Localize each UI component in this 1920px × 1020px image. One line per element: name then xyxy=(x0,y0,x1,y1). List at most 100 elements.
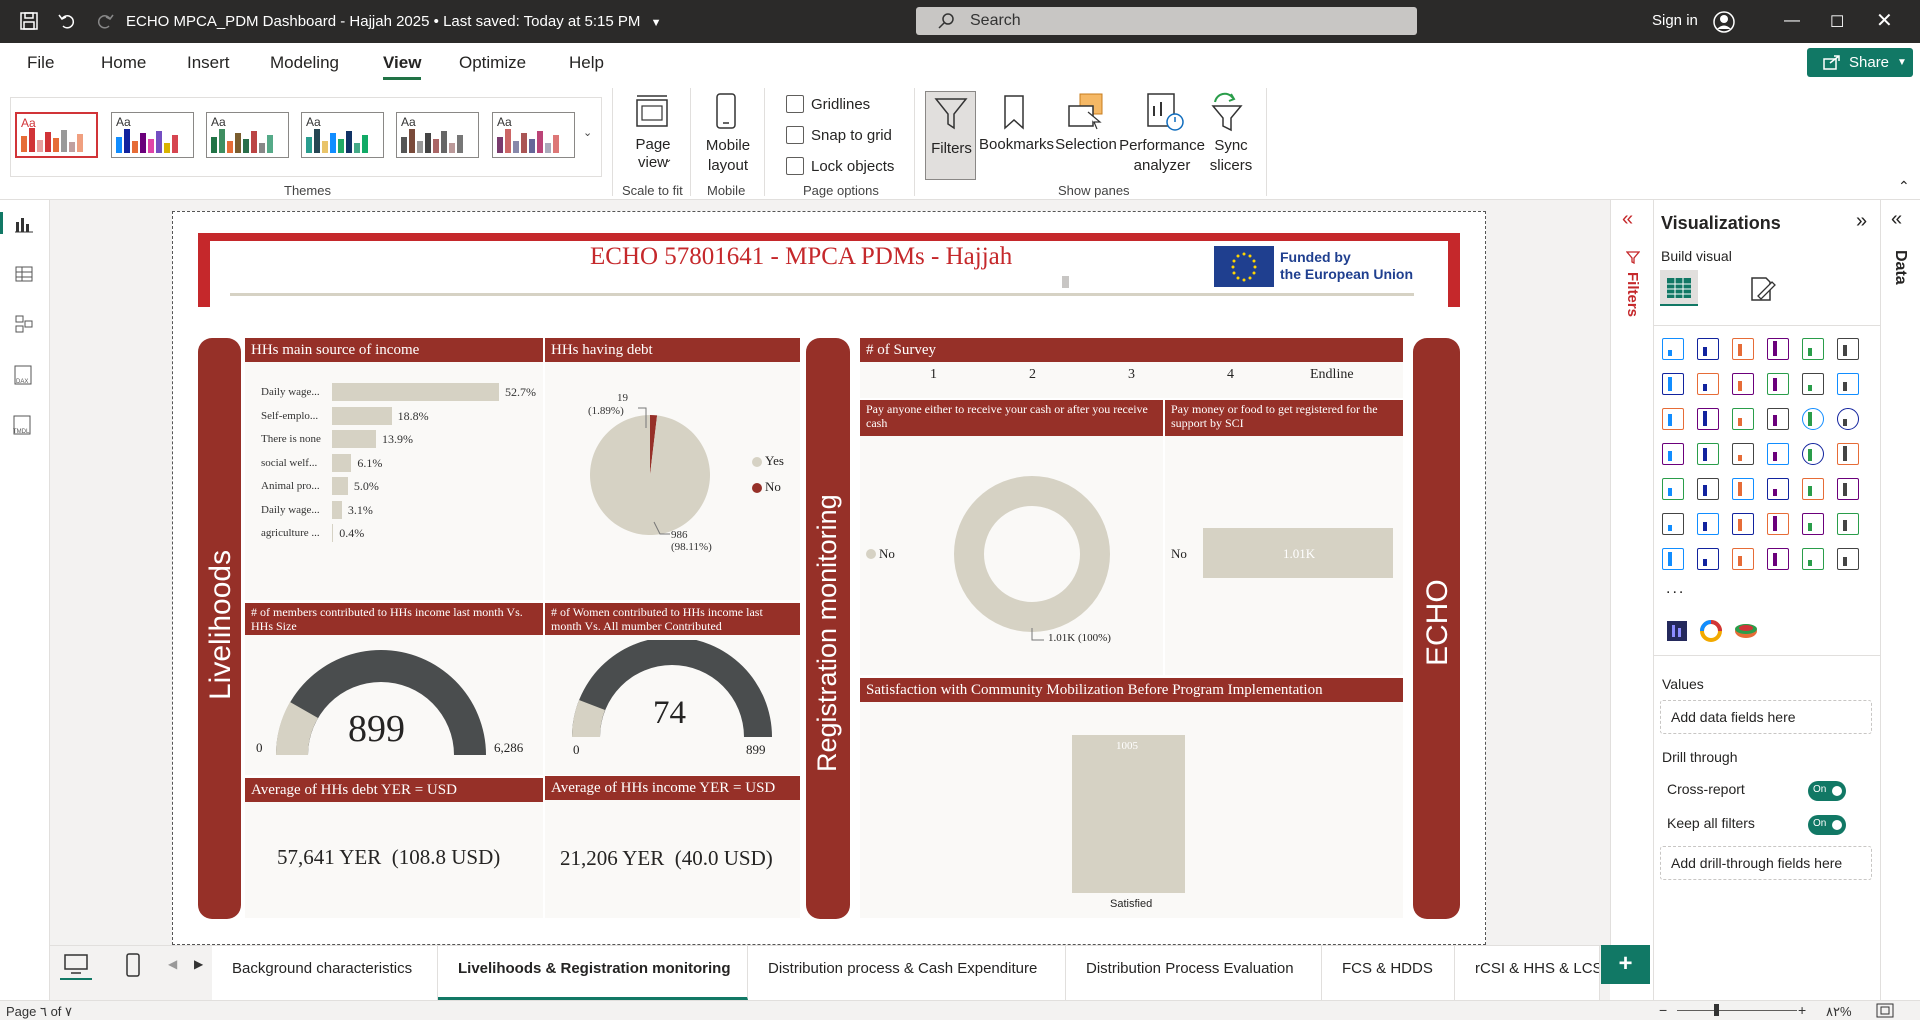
paginated-visual-icon[interactable] xyxy=(1662,548,1684,570)
mobile-view-icon[interactable] xyxy=(124,952,142,978)
data-pane-label[interactable]: Data xyxy=(1891,250,1909,285)
menu-home[interactable]: Home xyxy=(101,53,146,73)
line-visual-icon[interactable] xyxy=(1662,373,1684,395)
custom-visual-icon-1[interactable] xyxy=(1666,620,1688,642)
expand-data-icon[interactable]: « xyxy=(1891,208,1902,231)
100-stacked-bar-visual-icon[interactable] xyxy=(1802,338,1824,360)
smart-narrative-visual-icon[interactable] xyxy=(1802,548,1824,570)
zoom-in-icon[interactable]: + xyxy=(1798,1002,1806,1018)
save-icon[interactable] xyxy=(18,11,40,31)
donut-visual-icon[interactable] xyxy=(1837,408,1859,430)
100-stacked-column-visual-icon[interactable] xyxy=(1837,338,1859,360)
income-bar[interactable] xyxy=(332,383,499,401)
pay-anyone-donut[interactable] xyxy=(952,474,1112,634)
menu-view[interactable]: View xyxy=(383,53,422,80)
stacked-area-visual-icon[interactable] xyxy=(1732,373,1754,395)
clustered-column-visual-icon[interactable] xyxy=(1767,338,1789,360)
line-stacked-column-visual-icon[interactable] xyxy=(1837,373,1859,395)
key-influencers-visual-icon[interactable] xyxy=(1697,513,1719,535)
build-visual-tab[interactable] xyxy=(1660,270,1698,306)
gauge-visual-icon[interactable] xyxy=(1802,443,1824,465)
qa-visual-icon[interactable] xyxy=(1767,513,1789,535)
desktop-view-icon[interactable] xyxy=(63,953,89,975)
tmdl-view-icon[interactable]: TMDL xyxy=(10,414,36,438)
100-stacked-area-visual-icon[interactable] xyxy=(1767,373,1789,395)
drill-through-drop-zone[interactable]: Add drill-through fields here xyxy=(1660,846,1872,880)
zoom-slider-thumb[interactable] xyxy=(1714,1004,1719,1016)
search-input[interactable]: Search xyxy=(916,7,1417,35)
income-bar-chart[interactable]: Daily wage... 52.7% Self-emplo... 18.8% Ther… xyxy=(245,375,543,585)
area-visual-icon[interactable] xyxy=(1697,373,1719,395)
power-apps-visual-icon[interactable] xyxy=(1697,548,1719,570)
selection-button[interactable]: Selection xyxy=(1052,136,1120,153)
collapse-viz-pane-icon[interactable]: » xyxy=(1856,210,1867,233)
custom-visual-icon-3[interactable] xyxy=(1734,622,1758,640)
menu-insert[interactable]: Insert xyxy=(187,53,230,73)
income-bar[interactable] xyxy=(332,524,334,542)
multi-row-card-visual-icon[interactable] xyxy=(1662,478,1684,500)
redo-icon[interactable] xyxy=(94,11,116,31)
add-page-button[interactable]: + xyxy=(1601,945,1650,984)
tab-rcsi-hhs-lcs[interactable]: rCSI & HHS & LCS xyxy=(1455,945,1600,1000)
legend-yes[interactable]: Yes xyxy=(765,453,784,469)
mobile-layout-button[interactable]: Mobile layout xyxy=(700,136,756,176)
menu-modeling[interactable]: Modeling xyxy=(270,53,339,73)
slicer-visual-icon[interactable] xyxy=(1732,478,1754,500)
legend-no[interactable]: No xyxy=(765,479,781,495)
more-visual-visual-icon[interactable] xyxy=(1837,548,1859,570)
minimize-button[interactable]: — xyxy=(1784,12,1800,30)
income-bar[interactable] xyxy=(332,406,392,425)
window-title[interactable]: ECHO MPCA_PDM Dashboard - Hajjah 2025 • … xyxy=(126,13,661,30)
model-view-icon[interactable] xyxy=(14,314,34,334)
more-visuals-icon[interactable]: ... xyxy=(1666,580,1685,598)
expand-filters-icon[interactable]: « xyxy=(1622,208,1633,231)
chevron-down-icon[interactable]: ▼ xyxy=(651,17,662,29)
satisfaction-bar[interactable] xyxy=(1072,735,1185,893)
r-script-visual-icon[interactable] xyxy=(1837,478,1859,500)
fit-to-page-icon[interactable] xyxy=(1876,1003,1894,1018)
dax-query-icon[interactable]: DAX xyxy=(12,364,36,388)
tab-fcs-hdds[interactable]: FCS & HDDS xyxy=(1322,945,1455,1000)
tab-distribution-evaluation[interactable]: Distribution Process Evaluation xyxy=(1066,945,1322,1000)
line-clustered-column-visual-icon[interactable] xyxy=(1802,373,1824,395)
sync-slicers-button[interactable]: Sync slicers xyxy=(1200,136,1262,176)
income-bar[interactable] xyxy=(332,500,342,519)
tab-distribution-cash[interactable]: Distribution process & Cash Expenditure xyxy=(748,945,1066,1000)
menu-optimize[interactable]: Optimize xyxy=(459,53,526,73)
azure-map-visual-icon[interactable] xyxy=(1767,443,1789,465)
undo-icon[interactable] xyxy=(56,11,78,31)
survey-item-1[interactable]: 1 xyxy=(930,367,937,383)
next-page-icon[interactable]: ▶ xyxy=(194,957,203,971)
pie-visual-icon[interactable] xyxy=(1802,408,1824,430)
python-visual-icon[interactable] xyxy=(1662,513,1684,535)
filled-map-visual-icon[interactable] xyxy=(1732,443,1754,465)
bookmarks-button[interactable]: Bookmarks xyxy=(979,136,1054,153)
survey-item-2[interactable]: 2 xyxy=(1029,367,1036,383)
header-slider[interactable] xyxy=(1062,276,1069,288)
collapse-ribbon-icon[interactable]: ⌃ xyxy=(1898,178,1910,195)
decomposition-tree-visual-icon[interactable] xyxy=(1732,513,1754,535)
survey-item-endline[interactable]: Endline xyxy=(1310,367,1354,383)
matrix-visual-icon[interactable] xyxy=(1802,478,1824,500)
card-visual-icon[interactable] xyxy=(1837,443,1859,465)
menu-file[interactable]: File xyxy=(27,53,54,73)
treemap-visual-icon[interactable] xyxy=(1662,443,1684,465)
values-drop-zone[interactable]: Add data fields here xyxy=(1660,700,1872,734)
narrative-visual-icon[interactable] xyxy=(1802,513,1824,535)
tab-background-characteristics[interactable]: Background characteristics xyxy=(212,945,438,1000)
waterfall-visual-icon[interactable] xyxy=(1697,408,1719,430)
lock-objects-checkbox[interactable] xyxy=(786,157,804,175)
themes-expand-icon[interactable]: ⌄ xyxy=(583,126,592,139)
ribbon-visual-icon[interactable] xyxy=(1662,408,1684,430)
cross-report-toggle[interactable]: On xyxy=(1808,781,1846,801)
custom-visual-icon-2[interactable] xyxy=(1700,620,1722,642)
clustered-bar-visual-icon[interactable] xyxy=(1732,338,1754,360)
format-visual-icon[interactable] xyxy=(1746,274,1776,304)
theme-1[interactable]: Aa xyxy=(15,112,98,158)
report-view-icon[interactable] xyxy=(14,214,34,234)
debt-slice-yes[interactable] xyxy=(590,415,710,535)
share-button[interactable]: Share ▼ xyxy=(1807,48,1913,77)
table-view-icon[interactable] xyxy=(14,264,34,284)
income-bar[interactable] xyxy=(332,430,377,448)
survey-item-4[interactable]: 4 xyxy=(1227,367,1234,383)
